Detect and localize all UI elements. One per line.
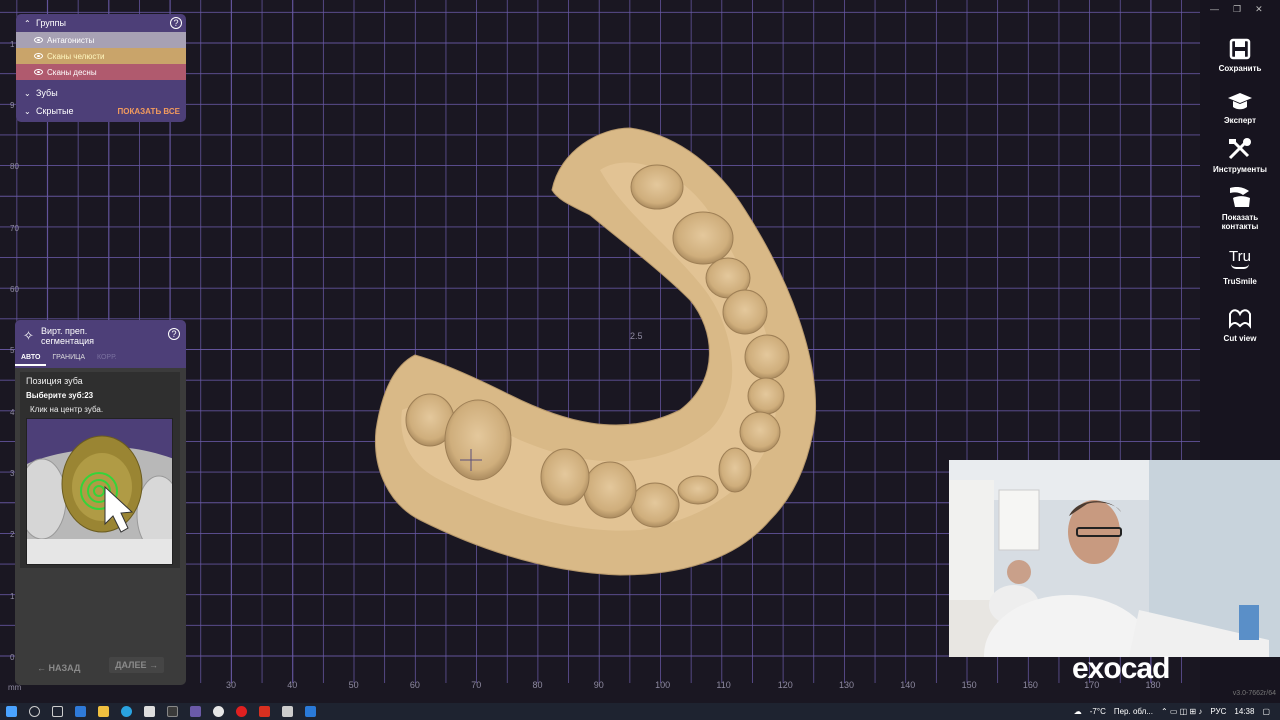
tab-auto[interactable]: АВТО (15, 352, 47, 366)
hint-text: Клик на центр зуба. (30, 405, 104, 414)
group-item-label: Антагонисты (47, 35, 95, 45)
search-icon[interactable] (29, 706, 40, 717)
tools-button[interactable]: Инструменты (1200, 137, 1280, 174)
next-label: ДАЛЕЕ (115, 660, 147, 670)
task-view-icon[interactable] (52, 706, 63, 717)
save-label: Сохранить (1218, 64, 1262, 73)
save-button[interactable]: Сохранить (1200, 38, 1280, 73)
edge-icon[interactable] (121, 706, 132, 717)
weather-icon: ☁ (1073, 707, 1082, 716)
group-item-label: Сканы десны (47, 67, 97, 77)
help-icon[interactable]: ? (168, 328, 180, 340)
file-explorer-icon[interactable] (98, 706, 109, 717)
chevron-down-icon: ⌄ (24, 106, 31, 116)
trusmile-icon: Tru (1229, 248, 1251, 265)
back-label: НАЗАД (48, 663, 81, 673)
app-icon[interactable] (305, 706, 316, 717)
tab-correction: КОРР. (96, 354, 117, 361)
app-icon[interactable] (259, 706, 270, 717)
eye-icon[interactable] (34, 53, 43, 59)
exocad-taskbar-icon[interactable] (190, 706, 201, 717)
magic-wand-icon: ✧ (23, 328, 34, 343)
segmentation-body: Позиция зуба Выберите зуб:23 Клик на цен… (20, 372, 180, 568)
group-item-label: Сканы челюсти (47, 51, 105, 61)
trusmile-button[interactable]: Tru TruSmile (1200, 248, 1280, 286)
system-tray: ☁ -7°C Пер. обл... ⌃ ▭ ◫ ⊞ ♪ РУС 14:38 ▢ (1074, 703, 1280, 720)
show-all-button[interactable]: ПОКАЗАТЬ ВСЕ (118, 107, 180, 116)
notifications-icon[interactable]: ▢ (1262, 707, 1270, 716)
groups-title: Группы (36, 18, 66, 28)
help-icon[interactable]: ? (170, 17, 182, 29)
groups-header[interactable]: ⌃ Группы ? (16, 14, 186, 32)
tab-margin[interactable]: ГРАНИЦА (46, 352, 91, 366)
window-controls: — ❐ ✕ (1210, 4, 1263, 15)
tooth-illustration (26, 418, 173, 565)
app-icon[interactable] (282, 706, 293, 717)
eye-icon[interactable] (34, 69, 43, 75)
show-contacts-button[interactable]: Показать контакты (1200, 185, 1280, 231)
show-contacts-label: Показать контакты (1221, 213, 1259, 231)
hidden-label: Скрытые (36, 106, 74, 116)
taskbar: ☁ -7°C Пер. обл... ⌃ ▭ ◫ ⊞ ♪ РУС 14:38 ▢ (0, 703, 1280, 720)
segmentation-header: ✧ Вирт. преп. сегментация ? АВТО ГРАНИЦА… (15, 320, 186, 368)
tools-label: Инструменты (1212, 165, 1268, 174)
cut-view-button[interactable]: Cut view (1200, 306, 1280, 343)
groups-panel: ⌃ Группы ? Антагонисты Сканы челюсти Ска… (16, 14, 186, 122)
expert-label: Эксперт (1223, 116, 1257, 125)
expert-button[interactable]: Эксперт (1200, 90, 1280, 125)
next-button[interactable]: ДАЛЕЕ → (109, 657, 164, 673)
graduation-cap-icon (1228, 93, 1252, 110)
webcam-overlay (949, 460, 1280, 657)
panel-title-line1: Вирт. преп. (41, 326, 88, 336)
center-dimension-label: 2.5 (630, 331, 643, 341)
cut-view-icon (1229, 309, 1251, 329)
close-icon[interactable]: ✕ (1255, 4, 1263, 15)
windows-start-icon[interactable] (6, 706, 17, 717)
panel-title-line2: сегментация (41, 336, 95, 346)
exocad-logo: exocad (1072, 652, 1170, 685)
chevron-up-icon: ⌃ (24, 18, 31, 28)
teeth-label: Зубы (36, 88, 58, 98)
yandex-browser-icon[interactable] (213, 706, 224, 717)
weather-temp[interactable]: -7°C (1090, 707, 1106, 716)
group-item-antagonists[interactable]: Антагонисты (16, 32, 186, 48)
segmentation-panel: ✧ Вирт. преп. сегментация ? АВТО ГРАНИЦА… (15, 320, 186, 685)
minimize-icon[interactable]: — (1210, 4, 1219, 15)
cut-view-label: Cut view (1223, 334, 1257, 343)
restore-icon[interactable]: ❐ (1233, 4, 1241, 15)
version-label: v3.0-7662r/64 (1232, 690, 1276, 697)
tools-icon (1228, 138, 1251, 160)
save-icon (1229, 38, 1251, 60)
weather-text[interactable]: Пер. обл... (1114, 707, 1153, 716)
back-button[interactable]: ← НАЗАД (37, 663, 80, 673)
clock[interactable]: 14:38 (1234, 707, 1254, 716)
instruction-text: Выберите зуб:23 (26, 391, 94, 400)
group-item-jaw-scans[interactable]: Сканы челюсти (16, 48, 186, 64)
yandex-icon[interactable] (236, 706, 247, 717)
section-title: Позиция зуба (26, 376, 83, 386)
group-item-gum-scans[interactable]: Сканы десны (16, 64, 186, 80)
contacts-icon (1230, 187, 1250, 207)
teeth-group-header[interactable]: ⌄ Зубы (16, 84, 186, 102)
chevron-down-icon: ⌄ (24, 88, 31, 98)
app-icon[interactable] (144, 706, 155, 717)
tray-icons[interactable]: ⌃ ▭ ◫ ⊞ ♪ (1161, 707, 1202, 716)
app-icon[interactable] (167, 706, 178, 717)
language-indicator[interactable]: РУС (1210, 707, 1226, 716)
eye-icon[interactable] (34, 37, 43, 43)
mail-icon[interactable] (75, 706, 86, 717)
trusmile-label: TruSmile (1223, 277, 1257, 286)
